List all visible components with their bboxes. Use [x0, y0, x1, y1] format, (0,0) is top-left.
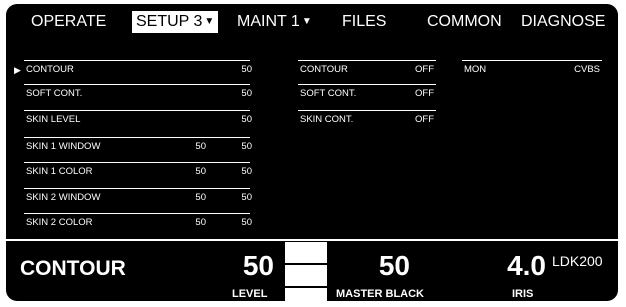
param-row-skin-level[interactable]: SKIN LEVEL 50	[26, 113, 252, 127]
selection-pointer-icon: ▶	[14, 65, 21, 75]
level-value: 50	[242, 250, 274, 281]
tab-diagnose[interactable]: DIAGNOSE	[521, 11, 605, 33]
level-label: LEVEL	[232, 288, 268, 300]
dropdown-arrow-icon: ▼	[204, 16, 215, 27]
param-row-mon[interactable]: MON CVBS	[464, 63, 602, 77]
parameter-panel: ▶ CONTOUR 50 SOFT CONT. 50 SKIN LEVEL 50…	[6, 54, 618, 238]
meter-line	[285, 286, 327, 288]
separator-line	[24, 84, 250, 85]
tab-operate[interactable]: OPERATE	[31, 11, 106, 33]
param-row-contour-switch[interactable]: CONTOUR OFF	[300, 63, 436, 77]
separator-line	[298, 110, 436, 111]
dropdown-arrow-icon: ▼	[301, 16, 312, 27]
camera-control-display: OPERATE SETUP 3 ▼ MAINT 1 ▼ FILES COMMON D…	[6, 4, 618, 301]
param-row-soft-cont[interactable]: SOFT CONT. 50	[26, 87, 252, 101]
model-label: LDK200	[552, 253, 603, 269]
status-divider	[6, 239, 618, 241]
level-meter	[285, 242, 327, 301]
separator-line	[24, 60, 250, 61]
separator-line	[298, 84, 436, 85]
menu-bar: OPERATE SETUP 3 ▼ MAINT 1 ▼ FILES COMMON D…	[6, 4, 618, 40]
meter-line	[285, 263, 327, 265]
master-black-label: MASTER BLACK	[336, 288, 424, 300]
param-row-skin-cont-switch[interactable]: SKIN CONT. OFF	[300, 113, 436, 127]
separator-line	[24, 213, 250, 214]
tab-maint-1[interactable]: MAINT 1 ▼	[237, 11, 312, 33]
param-row-skin-1-color[interactable]: SKIN 1 COLOR 50 50	[26, 165, 252, 179]
param-row-skin-2-color[interactable]: SKIN 2 COLOR 50 50	[26, 216, 252, 230]
separator-line	[298, 60, 436, 61]
active-function-name: CONTOUR	[20, 257, 126, 280]
param-row-skin-2-window[interactable]: SKIN 2 WINDOW 50 50	[26, 191, 252, 205]
tab-setup-3[interactable]: SETUP 3 ▼	[132, 11, 219, 33]
separator-line	[24, 188, 250, 189]
tab-common[interactable]: COMMON	[427, 11, 502, 33]
separator-line	[24, 110, 250, 111]
param-row-soft-cont-switch[interactable]: SOFT CONT. OFF	[300, 87, 436, 101]
iris-label: IRIS	[512, 288, 534, 300]
separator-line	[462, 60, 602, 61]
separator-line	[24, 162, 250, 163]
master-black-value: 50	[378, 250, 410, 281]
param-row-contour[interactable]: ▶ CONTOUR 50	[14, 63, 252, 77]
tab-files[interactable]: FILES	[342, 11, 386, 33]
iris-value: 4.0	[507, 250, 546, 281]
separator-line	[24, 137, 250, 138]
param-row-skin-1-window[interactable]: SKIN 1 WINDOW 50 50	[26, 140, 252, 154]
